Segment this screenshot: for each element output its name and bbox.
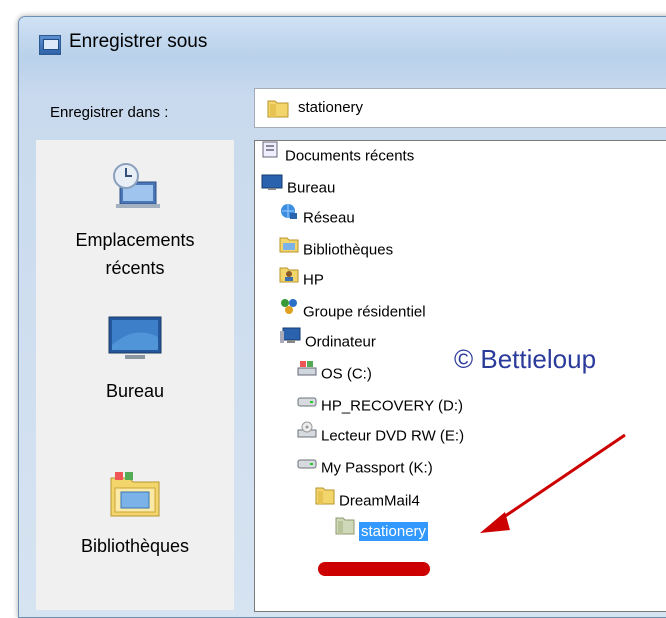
redaction-mark <box>318 562 430 576</box>
place-recent-locations[interactable]: Emplacements récents <box>36 160 234 282</box>
window-title: Enregistrer sous <box>69 31 208 52</box>
save-in-combobox[interactable]: stationery <box>254 88 666 128</box>
list-item[interactable]: My Passport (K:) <box>297 455 433 481</box>
dvd-drive-icon <box>297 421 317 448</box>
list-item[interactable]: Lecteur DVD RW (E:) <box>297 421 464 449</box>
save-in-value: stationery <box>298 99 364 116</box>
window-icon <box>39 35 61 55</box>
desktop-icon <box>261 173 283 200</box>
libraries-icon <box>279 235 299 262</box>
folder-icon <box>335 515 355 544</box>
list-item[interactable]: OS (C:) <box>297 361 372 387</box>
place-label-line: Bibliothèques <box>80 536 190 556</box>
network-icon <box>279 203 299 230</box>
folder-icon <box>267 98 289 123</box>
recent-places-icon <box>36 160 234 220</box>
watermark-text: © Bettieloup <box>454 344 597 374</box>
place-label-line: récents <box>105 258 165 278</box>
list-item[interactable]: HP <box>279 267 324 293</box>
places-bar: Emplacements récents Bureau Bibliothèque… <box>36 140 234 610</box>
homegroup-icon <box>279 297 299 324</box>
list-item[interactable]: Bibliothèques <box>279 237 393 263</box>
user-folder-icon <box>279 265 299 292</box>
libraries-icon <box>36 470 234 526</box>
place-desktop[interactable]: Bureau <box>36 315 234 405</box>
place-label-line: Emplacements <box>75 230 195 250</box>
place-libraries[interactable]: Bibliothèques <box>36 470 234 560</box>
list-item[interactable]: Documents récents <box>261 141 414 169</box>
list-item[interactable]: Bureau <box>261 173 335 201</box>
recent-documents-icon <box>261 141 281 168</box>
list-item-selected[interactable]: stationery <box>335 515 429 544</box>
drive-icon <box>297 453 317 480</box>
list-item[interactable]: DreamMail4 <box>315 487 420 513</box>
folder-icon <box>315 485 335 514</box>
title-bar: Enregistrer sous <box>19 17 666 65</box>
place-label-line: Bureau <box>105 381 165 401</box>
list-item[interactable]: Ordinateur <box>279 327 376 355</box>
list-item[interactable]: Groupe résidentiel <box>279 299 426 325</box>
system-drive-icon <box>297 359 317 386</box>
computer-icon <box>279 327 301 354</box>
desktop-icon <box>36 315 234 371</box>
red-arrow-annotation <box>480 433 626 533</box>
save-in-label: Enregistrer dans : <box>50 104 169 121</box>
drive-icon <box>297 391 317 418</box>
list-item[interactable]: HP_RECOVERY (D:) <box>297 393 463 419</box>
list-item[interactable]: Réseau <box>279 203 355 231</box>
